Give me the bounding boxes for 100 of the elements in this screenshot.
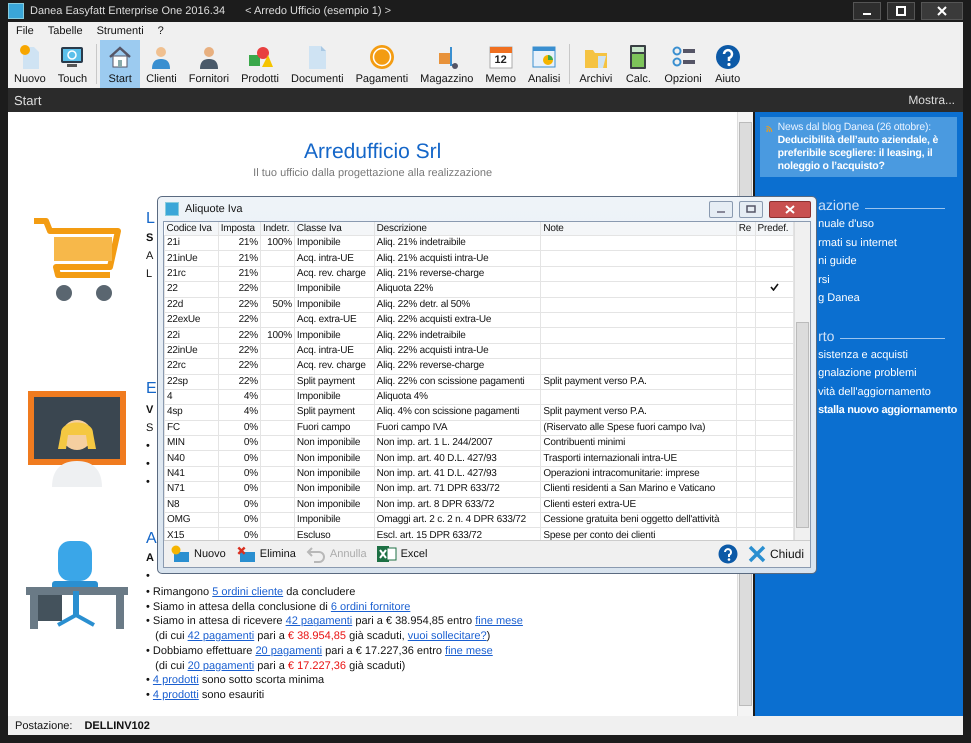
table-cell: Omaggi art. 2 c. 2 n. 4 DPR 633/72 [374,512,541,528]
toolbar-button[interactable]: Magazzino [414,40,480,88]
menu-item[interactable]: File [16,25,34,37]
table-cell: N71 [164,482,218,498]
table-cell: 0% [218,450,260,466]
toolbar-button[interactable]: Clienti [140,40,183,88]
sidebar-link[interactable]: stalla nuovo aggiornamento [818,401,957,420]
sidebar-heading: rto [818,328,834,344]
column-header[interactable]: Predef. [755,222,794,236]
table-cell: Imponibile [294,512,374,528]
section-text: • [146,475,150,490]
toolbar-button[interactable]: Elimina [236,545,296,563]
toolbar-button[interactable]: Pagamenti [350,40,414,88]
show-more-link[interactable]: Mostra... [908,93,955,107]
toolbar-button[interactable]: Start [100,40,140,88]
menu-item[interactable]: Strumenti [96,25,144,37]
table-cell: Split payment verso P.A. [540,374,736,390]
summary-link[interactable]: 5 ordini cliente [212,586,284,598]
summary-link[interactable]: 6 ordini fornitore [330,600,410,613]
toolbar-button[interactable]: Excel [376,545,428,563]
summary-link[interactable]: 4 prodotti [152,674,199,686]
summary-link[interactable]: fine mese [475,615,523,628]
section-text: L [146,209,155,229]
table-cell: Non imponibile [294,497,374,513]
toolbar-button[interactable]: Nuovo [170,545,226,563]
sidebar-link[interactable]: vità dell'aggiornamento [818,382,957,401]
summary-line: • Dobbiamo effettuare 20 pagamenti pari a € 17.227,36 entro fine mese [146,644,494,659]
toolbar-button[interactable]: Archivi [573,40,618,88]
table-cell: OMG [164,512,218,528]
section-text: A [146,249,154,264]
table-cell: N8 [164,497,218,513]
summary-link[interactable]: 20 pagamenti [188,660,254,672]
close-dialog-button[interactable]: Chiudi [748,545,804,563]
table-cell: Non imp. art. 1 L. 244/2007 [374,436,541,451]
toolbar-button[interactable]: Fornitori [182,40,236,88]
menu-item[interactable]: Tabelle [48,25,83,37]
summary-line: • Rimangono 5 ordini cliente da concludere [146,585,356,600]
summary-line: (di cui 20 pagamenti pari a € 17.227,36 già scaduti) [154,658,406,674]
table-cell: 22% [218,343,260,359]
sidebar-link[interactable]: rsi [818,270,957,289]
summary-line: • Siamo in attesa della conclusione di 6 ordini fornitore [146,600,412,614]
table-cell: N41 [164,466,218,482]
toolbar-button[interactable]: Opzioni [658,40,708,88]
sidebar-link[interactable]: rmati su internet [818,234,957,252]
summary-link[interactable]: vuoi sollecitare? [408,630,487,642]
summary-link[interactable]: 4 prodotti [152,688,199,701]
section-text: S [146,231,154,246]
toolbar-button[interactable]: Touch [52,40,94,88]
summary-line: • Siamo in attesa di ricevere 42 pagamenti pari a € 38.954,85 entro fine mese [146,614,523,630]
section-text: S [146,421,154,436]
table-cell: 4 [164,389,218,405]
table-cell: Imponibile [294,389,374,405]
summary-link[interactable]: 42 pagamenti [188,630,254,642]
toolbar-button[interactable]: 12 Memo [479,40,522,88]
column-header[interactable]: Codice Iva [164,222,218,236]
sidebar-link[interactable]: g Danea [818,289,957,308]
table-cell: 21% [218,250,260,266]
table-cell: Fuori campo [294,420,374,436]
company-tagline: Il tuo ufficio dalla progettazione alla realizzazione [252,167,494,179]
column-header[interactable]: Descrizione [374,222,541,236]
table-cell: Non imp. art. 71 DPR 633/72 [374,482,541,498]
table-cell: Aliq. 22% reverse-charge [374,358,541,374]
summary-link[interactable]: fine mese [445,644,493,657]
toolbar-button[interactable]: Nuovo [8,40,52,88]
toolbar-button[interactable]: Calc. [618,40,658,88]
table-cell: 22% [218,282,260,298]
table-cell: Non imponibile [294,482,374,498]
section-text: • [146,569,150,584]
toolbar-button[interactable]: Analisi [522,40,566,88]
column-header[interactable]: Classe Iva [294,222,374,236]
sidebar-link[interactable]: ni guide [818,252,957,270]
table-cell: 22% [218,297,260,312]
table-cell: 22% [218,312,260,328]
sidebar-link[interactable]: nuale d'uso [818,215,957,234]
column-header[interactable]: Imposta [218,222,260,236]
table-cell: 0% [218,482,260,498]
sidebar-link[interactable]: gnalazione problemi [818,364,957,382]
summary-line: • 4 prodotti sono sotto scorta minima [146,673,326,688]
table-cell: Imponibile [294,282,374,298]
table-cell: 22sp [164,374,218,390]
table-cell: 100% [260,328,294,344]
table-cell: 0% [218,466,260,482]
summary-link[interactable]: 20 pagamenti [255,644,322,657]
table-cell: Non imponibile [294,450,374,466]
table-cell: Trasporti internazionali intra-UE [540,450,736,466]
column-header[interactable]: Note [540,222,736,236]
summary-link[interactable]: 42 pagamenti [286,615,352,628]
table-cell: Non imp. art. 8 DPR 633/72 [374,497,541,513]
dialog-title: Aliquote Iva [185,203,242,215]
table-cell: Clienti esteri extra-UE [540,497,736,513]
toolbar-button[interactable]: Documenti [285,40,350,88]
table-cell: Non imponibile [294,466,374,482]
toolbar-button[interactable]: Aiuto [708,40,748,88]
toolbar-button[interactable]: Prodotti [235,40,285,88]
table-cell: 50% [260,297,294,312]
table-cell: 21% [218,236,260,251]
table-cell: 4% [218,404,260,420]
column-header[interactable]: Indetr. [260,222,294,236]
sidebar-link[interactable]: sistenza e acquisti [818,346,957,364]
menu-item[interactable]: ? [158,25,164,37]
